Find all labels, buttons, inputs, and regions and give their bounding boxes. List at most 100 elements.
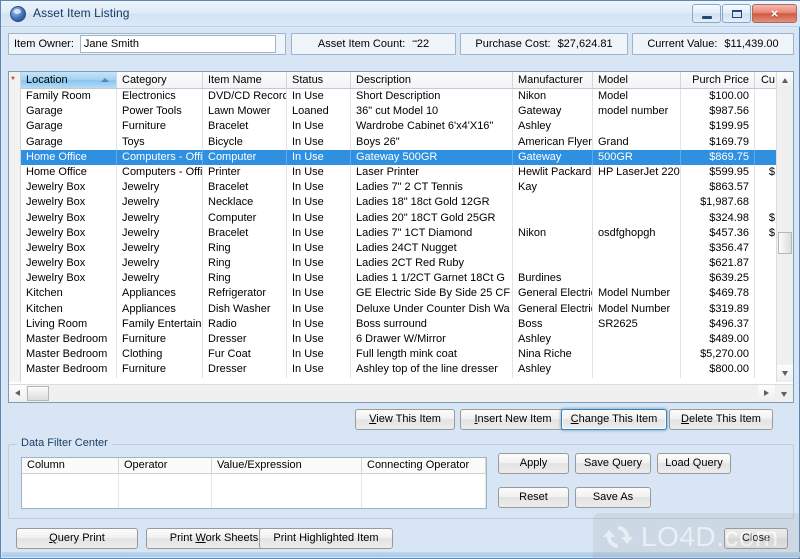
- table-cell-manufacturer: [513, 195, 593, 211]
- table-row[interactable]: Jewelry Box Jewelry Ring In Use Ladies 1 1/2…: [21, 271, 781, 287]
- view-this-item-button[interactable]: View This Item: [355, 409, 455, 430]
- item-action-bar: View This Item Insert New Item Change Th…: [1, 409, 800, 433]
- minimize-button[interactable]: [692, 4, 721, 23]
- table-cell-status: In Use: [287, 362, 351, 378]
- table-cell-description: Laser Printer: [351, 164, 513, 181]
- grid-vertical-scrollbar[interactable]: [776, 72, 793, 382]
- table-cell-manufacturer: Ashley: [513, 332, 593, 348]
- filter-cell-column[interactable]: [22, 474, 119, 508]
- table-cell-category: Furniture: [117, 119, 203, 135]
- table-cell-description: Ladies 20" 18CT Gold 25GR: [351, 210, 513, 226]
- table-row[interactable]: Garage Toys Bicycle In Use Boys 26" American …: [21, 134, 781, 150]
- grid-column-header[interactable]: Status: [287, 72, 351, 88]
- table-row[interactable]: Jewelry Box Jewelry Ring In Use Ladies 2CT R…: [21, 256, 781, 272]
- scroll-up-button[interactable]: [777, 72, 793, 89]
- table-cell-description: GE Electric Side By Side 25 CF: [351, 286, 513, 302]
- table-row[interactable]: Jewelry Box Jewelry Necklace In Use Ladies 1…: [21, 195, 781, 211]
- table-row[interactable]: Master Bedroom Furniture Dresser In Use Ashl…: [21, 362, 781, 378]
- purchase-cost-value: $27,624.81: [557, 38, 613, 50]
- reset-button[interactable]: Reset: [498, 487, 569, 508]
- table-cell-item-name: Refrigerator: [203, 286, 287, 302]
- table-row[interactable]: Living Room Family Entertainm Radio In Use B…: [21, 316, 781, 332]
- row-marker-icon: *: [11, 75, 15, 86]
- horizontal-scroll-thumb[interactable]: [27, 386, 49, 401]
- close-window-button[interactable]: ×: [752, 4, 797, 23]
- grid-column-header[interactable]: Item Name: [203, 72, 287, 88]
- summary-bar: Item Owner: Asset Item Count: ''''''22 P…: [8, 33, 794, 55]
- grid-column-header[interactable]: Model: [593, 72, 681, 88]
- table-cell-purch-price: $639.25: [681, 271, 755, 287]
- table-cell-model: 500GR: [593, 149, 681, 165]
- filter-cell-value[interactable]: [212, 474, 362, 508]
- table-cell-description: Ladies 7" 2 CT Tennis: [351, 180, 513, 196]
- table-row[interactable]: Garage Furniture Bracelet In Use Wardrobe Ca…: [21, 119, 781, 135]
- grid-column-header[interactable]: Manufacturer: [513, 72, 593, 88]
- table-cell-status: In Use: [287, 240, 351, 257]
- table-row[interactable]: Master Bedroom Clothing Fur Coat In Use Full…: [21, 347, 781, 363]
- table-row[interactable]: Kitchen Appliances Refrigerator In Use GE El…: [21, 286, 781, 302]
- table-cell-status: In Use: [287, 347, 351, 363]
- table-cell-description: Ladies 24CT Nugget: [351, 240, 513, 257]
- query-print-button[interactable]: Query Print: [16, 528, 138, 549]
- table-row[interactable]: Kitchen Appliances Dish Washer In Use Deluxe…: [21, 301, 781, 317]
- table-cell-description: 36" cut Model 10: [351, 104, 513, 120]
- table-row[interactable]: Jewelry Box Jewelry Computer In Use Ladies 2…: [21, 210, 781, 226]
- filter-cell-connecting[interactable]: [362, 474, 486, 508]
- window-title: Asset Item Listing: [33, 6, 130, 20]
- table-cell-item-name: DVD/CD Record: [203, 89, 287, 105]
- table-row[interactable]: Home Office Computers - Offic Printer In Us…: [21, 164, 781, 181]
- delete-this-item-button[interactable]: Delete This Item: [669, 409, 773, 430]
- table-row[interactable]: Jewelry Box Jewelry Bracelet In Use Ladies 7…: [21, 225, 781, 241]
- table-cell-location: Home Office: [21, 164, 117, 181]
- table-cell-purch-price: $599.95: [681, 164, 755, 181]
- grid-horizontal-scrollbar[interactable]: [9, 384, 793, 402]
- table-cell-manufacturer: Nina Riche: [513, 347, 593, 363]
- filter-criteria-table[interactable]: Column Operator Value/Expression Connect…: [21, 457, 487, 509]
- grid-column-header[interactable]: Category: [117, 72, 203, 88]
- vertical-scroll-thumb[interactable]: [778, 232, 792, 254]
- scroll-left-button[interactable]: [9, 385, 26, 402]
- grid-column-header[interactable]: Description: [351, 72, 513, 88]
- table-row[interactable]: Garage Power Tools Lawn Mower Loaned 36" cut…: [21, 104, 781, 120]
- grid-body[interactable]: Family Room Electronics DVD/CD Record In Us…: [21, 89, 781, 382]
- table-cell-location: Jewelry Box: [21, 256, 117, 272]
- table-cell-status: In Use: [287, 301, 351, 317]
- apply-button[interactable]: Apply: [498, 453, 569, 474]
- table-cell-manufacturer: Nikon: [513, 89, 593, 105]
- filter-empty-row[interactable]: [22, 474, 486, 508]
- insert-new-item-button[interactable]: Insert New Item: [460, 409, 566, 430]
- table-cell-manufacturer: [513, 240, 593, 257]
- save-query-button[interactable]: Save Query: [575, 453, 651, 474]
- table-row[interactable]: Family Room Electronics DVD/CD Record In Us…: [21, 89, 781, 105]
- filter-header-row: Column Operator Value/Expression Connect…: [22, 458, 486, 474]
- table-row[interactable]: Jewelry Box Jewelry Ring In Use Ladies 24CT …: [21, 240, 781, 257]
- print-work-sheets-label-a: Print: [169, 532, 196, 544]
- table-cell-description: Short Description: [351, 89, 513, 105]
- table-cell-purch-price: $863.57: [681, 180, 755, 196]
- maximize-icon: [732, 10, 742, 18]
- table-row[interactable]: Home Office Computers - Offic Computer In U…: [21, 149, 781, 165]
- recycle-arrows-icon: [603, 526, 633, 548]
- table-row[interactable]: Master Bedroom Furniture Dresser In Use 6 Dr…: [21, 332, 781, 348]
- table-cell-status: In Use: [287, 195, 351, 211]
- load-query-button[interactable]: Load Query: [657, 453, 731, 474]
- item-owner-input[interactable]: [79, 35, 276, 53]
- close-button[interactable]: Close: [724, 528, 788, 549]
- scroll-down-button[interactable]: [777, 365, 793, 382]
- table-row[interactable]: Jewelry Box Jewelry Bracelet In Use Ladies 7…: [21, 180, 781, 196]
- table-cell-manufacturer: [513, 210, 593, 226]
- table-cell-purch-price: $100.00: [681, 89, 755, 105]
- grid-column-header[interactable]: Location: [21, 72, 117, 88]
- filter-cell-operator[interactable]: [119, 474, 212, 508]
- filter-col-value: Value/Expression: [212, 458, 362, 473]
- title-bar[interactable]: Asset Item Listing ×: [1, 1, 800, 27]
- scroll-right-button[interactable]: [758, 385, 775, 402]
- save-as-button[interactable]: Save As: [575, 487, 651, 508]
- asset-item-grid[interactable]: * Location Category Item Name Status Descrip…: [8, 71, 794, 403]
- grid-column-header[interactable]: Purch Price: [681, 72, 755, 88]
- change-this-item-button[interactable]: Change This Item: [561, 409, 667, 430]
- maximize-button[interactable]: [722, 4, 751, 23]
- window-controls: ×: [692, 4, 797, 23]
- print-highlighted-item-button[interactable]: Print Highlighted Item: [259, 528, 393, 549]
- chevron-down-small-icon: [781, 392, 787, 397]
